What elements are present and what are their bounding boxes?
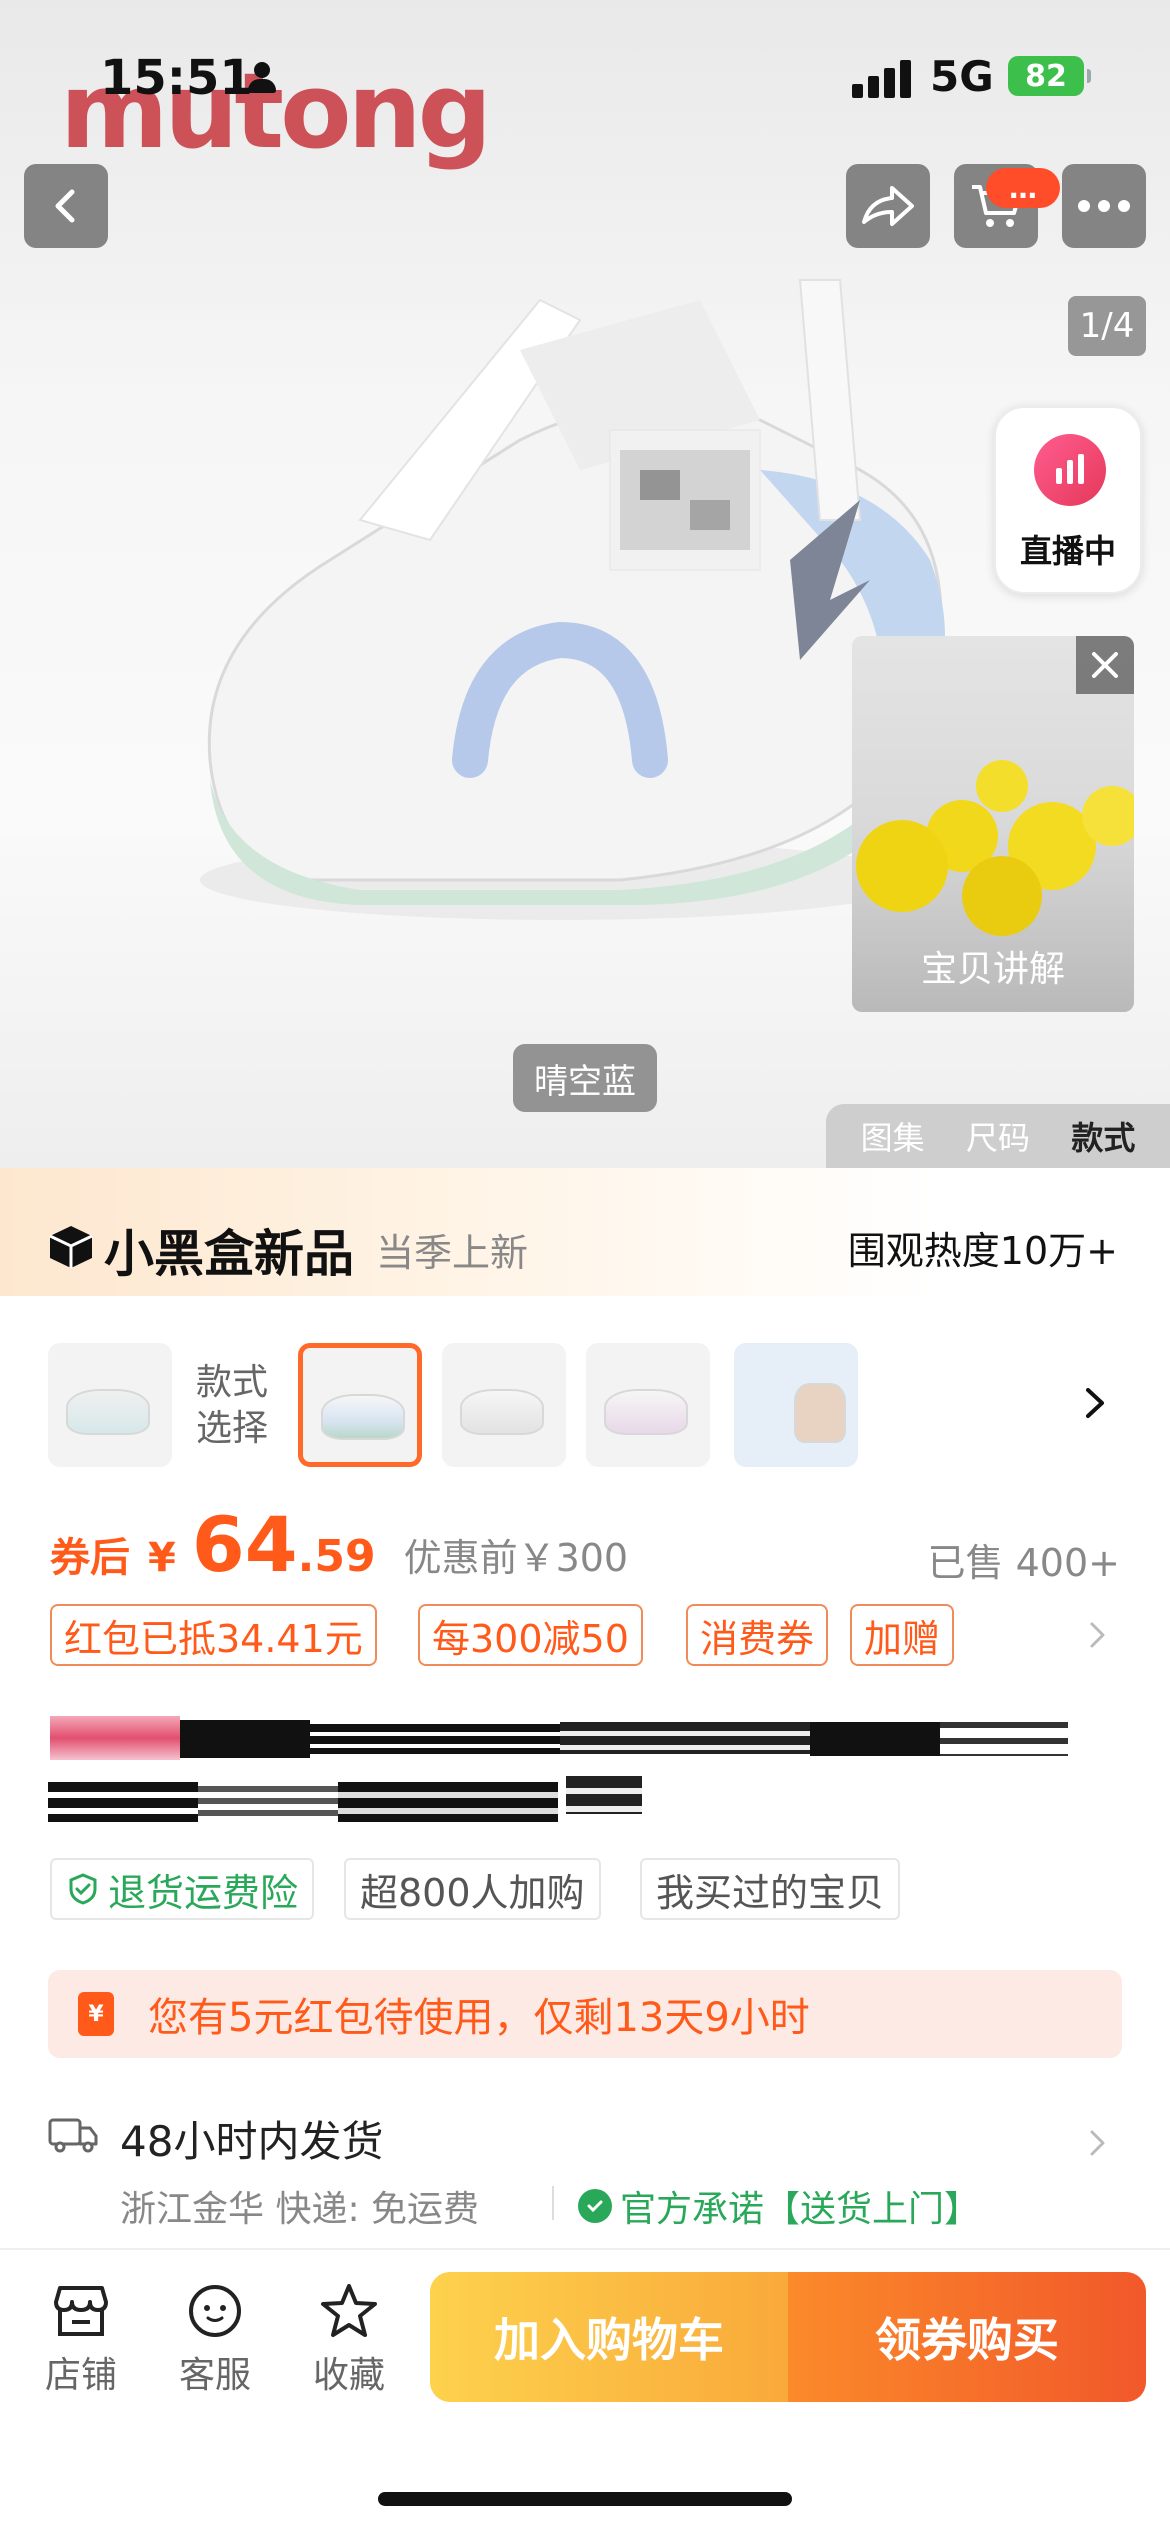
return-insurance-label: 退货运费险 <box>108 1870 299 1915</box>
official-promise-label: 官方承诺【送货上门】 <box>620 2189 981 2230</box>
tab-style[interactable]: 款式 <box>1071 1113 1135 1159</box>
tab-size[interactable]: 尺码 <box>966 1113 1030 1159</box>
share-icon <box>862 186 914 226</box>
explain-label: 宝贝讲解 <box>920 949 1065 990</box>
share-button[interactable] <box>846 164 930 248</box>
style-select-label: 款式选择 <box>196 1362 269 1449</box>
chevron-right-icon[interactable] <box>1082 1620 1112 1650</box>
chevron-right-icon[interactable] <box>1082 2128 1112 2158</box>
gallery-tabs: 图集 尺码 款式 <box>826 1104 1170 1168</box>
store-icon <box>54 2286 108 2336</box>
promo-tag[interactable]: 红包已抵34.41元 <box>50 1604 377 1666</box>
home-indicator[interactable] <box>378 2492 792 2506</box>
signal-icon <box>852 58 912 98</box>
shop-label: 店铺 <box>44 2355 117 2396</box>
price-decimal: .59 <box>297 1531 376 1582</box>
style-thumbnail[interactable] <box>586 1343 710 1467</box>
tab-gallery[interactable]: 图集 <box>861 1113 925 1159</box>
chevron-right-icon[interactable] <box>1076 1384 1114 1422</box>
live-label: 直播中 <box>1019 532 1116 570</box>
price-prefix: 券后 <box>50 1535 130 1581</box>
style-thumbnail-selected[interactable] <box>298 1343 422 1467</box>
back-button[interactable] <box>24 164 108 248</box>
more-icon <box>1078 200 1130 212</box>
more-button[interactable] <box>1062 164 1146 248</box>
style-thumbnail[interactable] <box>442 1343 566 1467</box>
tag[interactable]: 我买过的宝贝 <box>640 1858 901 1920</box>
network-label: 5G <box>930 52 994 101</box>
close-icon <box>1092 652 1118 678</box>
customer-service-button[interactable]: 客服 <box>160 2282 270 2398</box>
image-counter: 1/4 <box>1068 296 1146 356</box>
banner-subtitle: 当季上新 <box>376 1231 529 1275</box>
battery-icon: 82 <box>1008 56 1091 96</box>
live-stream-button[interactable]: 直播中 <box>994 406 1142 594</box>
shop-button[interactable]: 店铺 <box>26 2282 136 2398</box>
chat-face-icon <box>189 2285 241 2337</box>
favorite-label: 收藏 <box>312 2355 385 2396</box>
close-explain-button[interactable] <box>1076 636 1134 694</box>
service-label: 客服 <box>178 2355 251 2396</box>
chevron-left-icon <box>55 189 75 223</box>
coupon-notice[interactable]: ¥ 您有5元红包待使用，仅剩13天9小时 <box>48 1970 1122 2058</box>
shipping-origin: 浙江金华 快递: 免运费 <box>120 2189 480 2230</box>
sold-count: 已售 400+ <box>927 1541 1120 1585</box>
truck-icon <box>48 2118 98 2153</box>
shield-check-icon <box>69 1873 97 1905</box>
add-to-cart-button[interactable]: 加入购物车 <box>430 2272 788 2402</box>
check-icon <box>578 2189 612 2223</box>
favorite-button[interactable]: 收藏 <box>294 2282 404 2398</box>
star-icon <box>321 2284 377 2337</box>
price-row: 券后 ¥ 64 .59 优惠前￥300 <box>50 1500 628 1590</box>
buy-with-coupon-button[interactable]: 领券购买 <box>788 2272 1146 2402</box>
banner-title: 小黑盒新品 <box>104 1225 354 1283</box>
cart-badge: … <box>986 168 1060 208</box>
shipping-title: 48小时内发货 <box>120 2117 384 2166</box>
promo-tag[interactable]: 每300减50 <box>418 1604 643 1666</box>
price-integer: 64 <box>191 1500 298 1589</box>
promo-tag[interactable]: 加赠 <box>850 1604 955 1666</box>
price-currency: ¥ <box>148 1535 176 1581</box>
tag[interactable]: 超800人加购 <box>344 1858 601 1920</box>
product-explain-video[interactable]: 宝贝讲解 <box>852 636 1134 1012</box>
coupon-text: 您有5元红包待使用，仅剩13天9小时 <box>148 1995 810 2041</box>
style-thumbnail[interactable] <box>48 1343 172 1467</box>
return-insurance-tag[interactable]: 退货运费险 <box>50 1858 315 1920</box>
status-time: 15:51 <box>100 50 253 106</box>
product-image-gallery[interactable]: mutong 15:51 5G 82 … 1/4 直播中 宝贝讲解 晴空蓝 图集… <box>0 0 1170 1168</box>
live-icon <box>1034 434 1106 506</box>
color-variant-tag: 晴空蓝 <box>513 1044 657 1112</box>
heat-index: 围观热度10万+ <box>847 1229 1118 1273</box>
official-promise: 官方承诺【送货上门】 <box>578 2180 980 2232</box>
person-icon <box>248 62 276 93</box>
box-icon <box>49 1226 93 1268</box>
original-price: 优惠前￥300 <box>403 1536 629 1580</box>
promo-tag[interactable]: 消费券 <box>686 1604 829 1666</box>
divider <box>552 2186 554 2220</box>
style-thumbnail[interactable] <box>734 1343 858 1467</box>
coupon-icon: ¥ <box>78 1992 114 2036</box>
